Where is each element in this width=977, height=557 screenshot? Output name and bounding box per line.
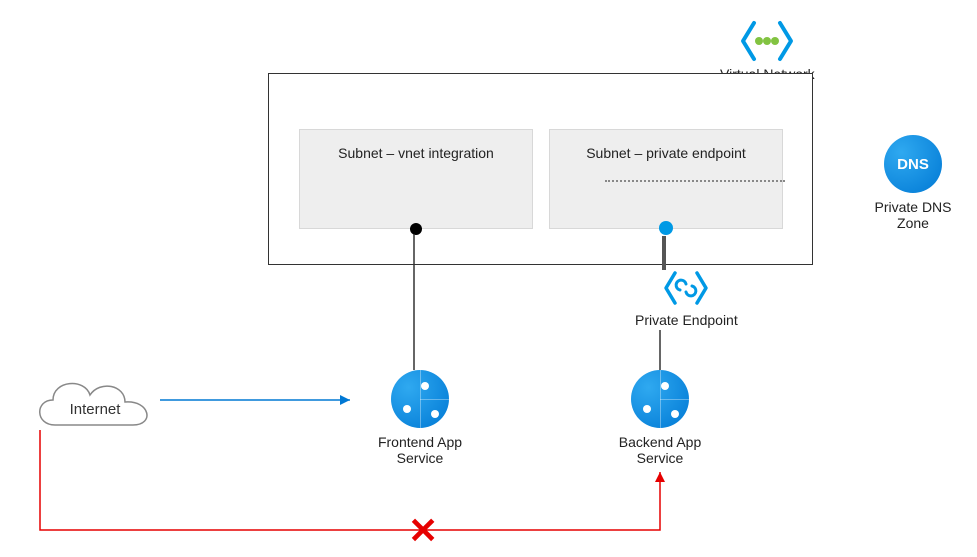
subnet-private-label: Subnet – private endpoint <box>550 145 782 161</box>
private-endpoint-label: Private Endpoint <box>635 312 738 328</box>
internet-group: Internet <box>20 370 170 443</box>
dns-icon: DNS <box>884 135 942 193</box>
backend-label: Backend App Service <box>600 434 720 466</box>
virtual-network-box: Subnet – vnet integration Subnet – priva… <box>268 73 813 265</box>
private-dns-zone-group: DNS Private DNS Zone <box>858 135 968 231</box>
subnet-dotted-line <box>605 180 785 182</box>
subnet-vnet-integration: Subnet – vnet integration <box>299 129 533 229</box>
backend-app-service: Backend App Service <box>600 370 720 466</box>
blocked-icon: ✕ <box>408 510 438 552</box>
virtual-network-icon <box>737 20 797 60</box>
frontend-app-service: Frontend App Service <box>360 370 480 466</box>
arrowhead-internet-backend <box>655 472 665 482</box>
arrow-internet-backend-blocked <box>40 430 660 530</box>
app-service-icon <box>391 370 449 428</box>
subnet-private-endpoint: Subnet – private endpoint <box>549 129 783 229</box>
private-endpoint-group: Private Endpoint <box>635 270 738 328</box>
endpoint-dot-private <box>659 221 673 235</box>
frontend-label: Frontend App Service <box>360 434 480 466</box>
endpoint-dot-integration <box>410 223 422 235</box>
arrowhead-internet-frontend <box>340 395 350 405</box>
private-endpoint-icon <box>661 270 711 306</box>
internet-label: Internet <box>70 401 122 418</box>
dns-label: Private DNS Zone <box>858 199 968 231</box>
cloud-icon: Internet <box>25 370 165 440</box>
app-service-icon <box>631 370 689 428</box>
subnet-integration-label: Subnet – vnet integration <box>300 145 532 161</box>
